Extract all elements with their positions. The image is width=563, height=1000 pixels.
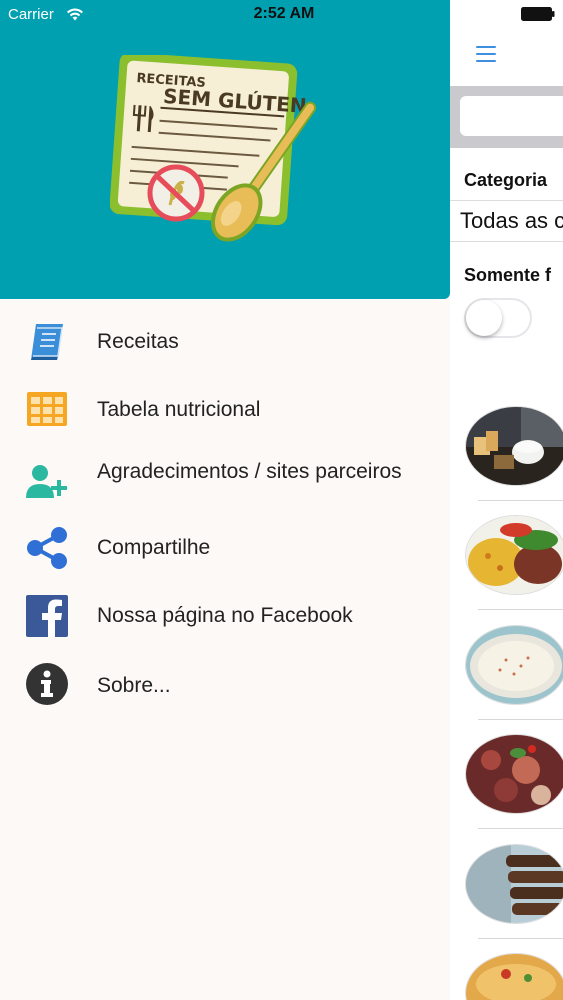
divider — [450, 200, 563, 201]
share-icon — [25, 526, 69, 570]
category-label: Categoria — [464, 170, 548, 190]
recipe-thumbnail[interactable] — [466, 845, 563, 923]
hamburger-menu-icon[interactable] — [476, 46, 496, 62]
battery-icon — [521, 7, 555, 21]
menu-item-label: Tabela nutricional — [97, 398, 261, 421]
divider — [478, 719, 563, 720]
category-select[interactable]: Todas as c — [460, 208, 563, 234]
menu-item-label: Nossa página no Facebook — [97, 604, 353, 627]
menu-item-facebook-page[interactable]: Nossa página no Facebook — [0, 592, 450, 642]
recipe-thumbnail[interactable] — [466, 516, 563, 594]
divider — [478, 609, 563, 610]
book-icon — [25, 320, 69, 364]
info-icon — [25, 662, 69, 706]
divider — [478, 828, 563, 829]
menu-item-label: Compartilhe — [97, 536, 211, 559]
menu-item-share[interactable]: Compartilhe — [0, 524, 450, 574]
main-screen: Categoria Todas as c Somente f — [450, 0, 563, 1000]
grid-table-icon — [25, 388, 69, 432]
recipe-thumbnail[interactable] — [466, 626, 563, 704]
divider — [450, 241, 563, 242]
status-time: 2:52 AM — [253, 5, 315, 22]
menu-item-about[interactable]: Sobre... — [0, 662, 450, 712]
menu-item-label: Agradecimentos / sites parceiros — [97, 460, 402, 483]
drawer-header: RECEITAS SEM GLÚTEN — [0, 0, 450, 299]
search-bar — [450, 86, 563, 148]
app-logo: RECEITAS SEM GLÚTEN — [109, 52, 340, 250]
recipe-thumbnail[interactable] — [466, 735, 563, 813]
menu-item-recipes[interactable]: Receitas — [0, 318, 450, 368]
search-input[interactable] — [460, 96, 563, 136]
status-bar: Carrier 2:52 AM — [0, 0, 563, 28]
facebook-icon — [25, 594, 69, 638]
favorites-only-label: Somente f — [464, 265, 552, 285]
divider — [478, 938, 563, 939]
recipe-thumbnail[interactable] — [466, 954, 563, 1000]
add-user-icon — [25, 460, 69, 504]
divider — [478, 500, 563, 501]
navigation-bar — [450, 28, 563, 86]
menu-item-label: Receitas — [97, 330, 179, 353]
menu-item-label: Sobre... — [97, 674, 171, 697]
side-drawer: RECEITAS SEM GLÚTEN Receitas Tabela nutr… — [0, 0, 450, 1000]
favorites-toggle[interactable] — [464, 298, 532, 338]
menu-item-acknowledgements[interactable]: Agradecimentos / sites parceiros — [0, 458, 450, 516]
menu-item-nutrition-table[interactable]: Tabela nutricional — [0, 386, 450, 436]
recipe-thumbnail[interactable] — [466, 407, 563, 485]
